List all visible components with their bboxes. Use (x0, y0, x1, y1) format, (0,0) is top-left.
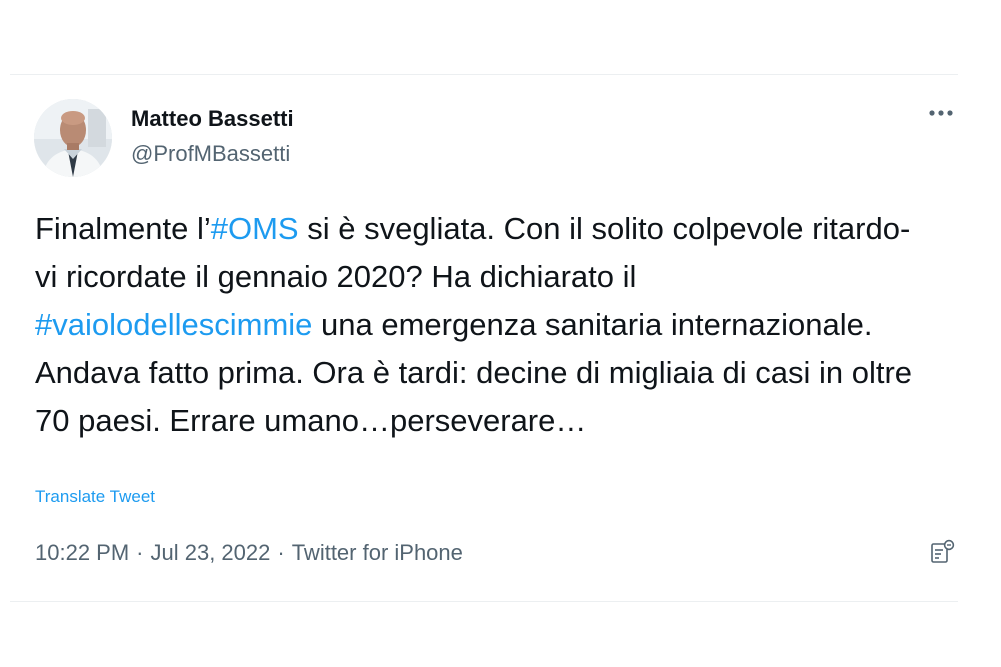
tweet-card: Matteo Bassetti @ProfMBassetti Finalment… (10, 74, 958, 602)
author-handle[interactable]: @ProfMBassetti (131, 141, 290, 167)
more-horizontal-icon[interactable] (928, 105, 954, 121)
meta-separator: · (277, 540, 285, 565)
tweet-source[interactable]: Twitter for iPhone (292, 540, 463, 565)
tweet-analytics-icon[interactable] (929, 539, 955, 565)
hashtag-link[interactable]: #vaiolodellescimmie (35, 307, 312, 342)
tweet-meta: 10:22 PM · Jul 23, 2022 · Twitter for iPhone (35, 540, 463, 566)
author-avatar[interactable] (34, 99, 112, 177)
tweet-text-segment: Finalmente l’ (35, 211, 211, 246)
hashtag-link[interactable]: #OMS (211, 211, 299, 246)
meta-separator: · (136, 540, 144, 565)
profile-photo-icon (34, 99, 112, 177)
tweet-text: Finalmente l’#OMS si è svegliata. Con il… (35, 205, 915, 445)
translate-tweet-link[interactable]: Translate Tweet (35, 487, 155, 507)
tweet-date[interactable]: Jul 23, 2022 (151, 540, 271, 565)
author-display-name[interactable]: Matteo Bassetti (131, 106, 294, 132)
tweet-time[interactable]: 10:22 PM (35, 540, 129, 565)
